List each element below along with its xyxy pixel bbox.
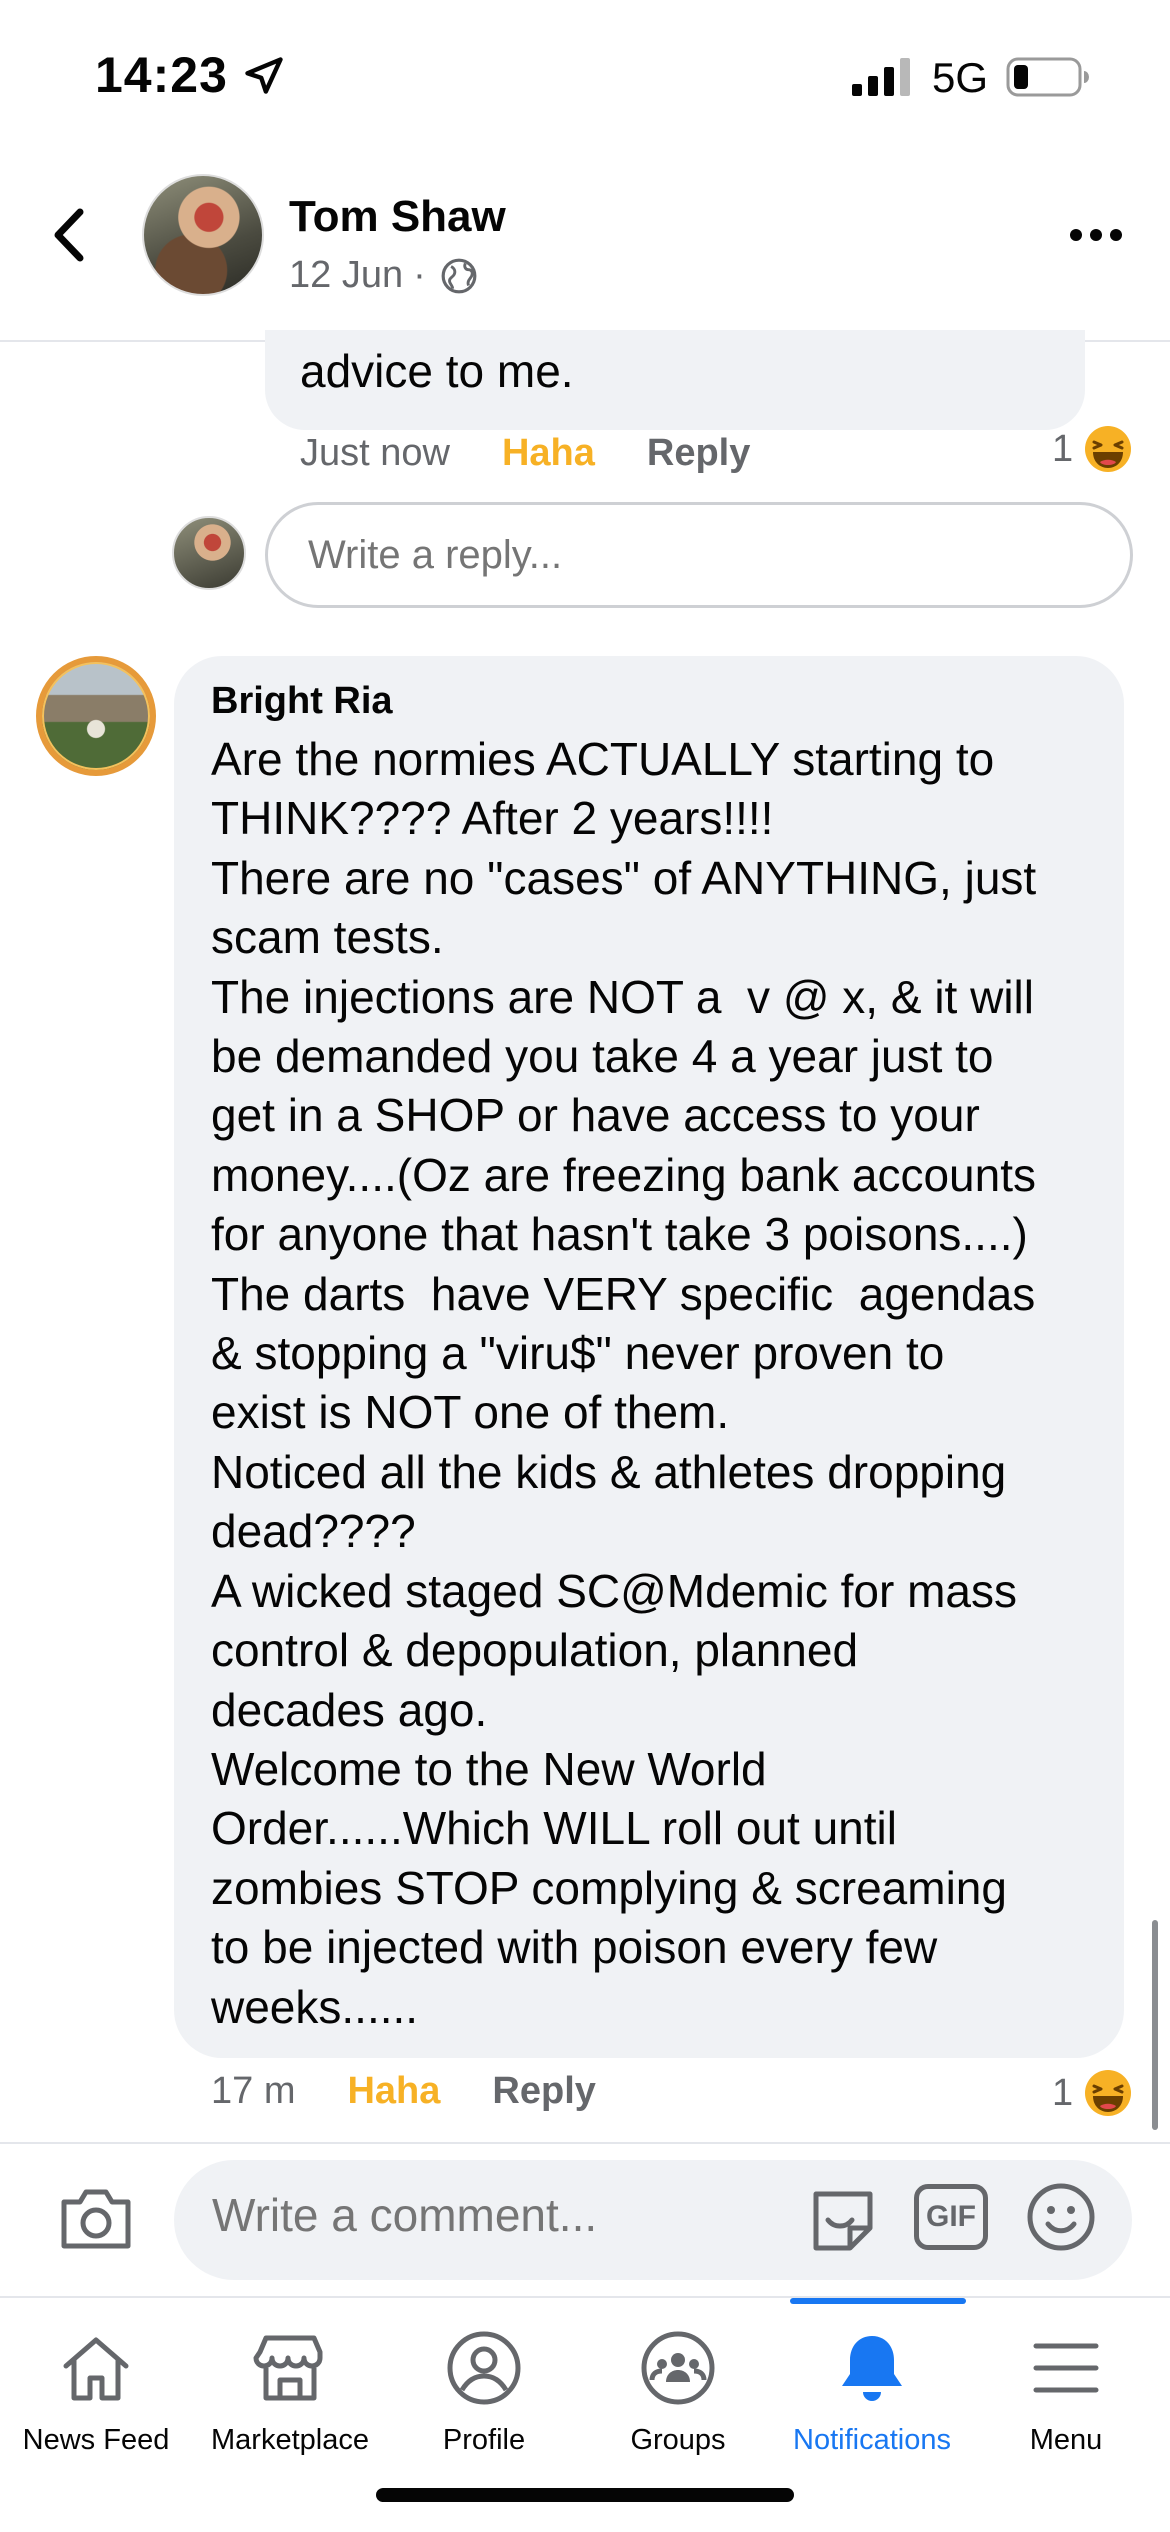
bell-icon [842,2336,902,2401]
nav-label: Groups [630,2424,726,2456]
sticker-icon[interactable] [806,2180,880,2254]
commenter-avatar[interactable] [36,656,156,776]
more-dots-icon[interactable] [1068,220,1124,250]
network-label: 5G [932,54,989,101]
comment-line: & stopping a "viru$" never proven to [211,1327,945,1380]
nav-menu[interactable]: Menu [976,2298,1156,2478]
nav-groups[interactable]: Groups [588,2298,768,2478]
scrollbar-thumb[interactable] [1152,1920,1158,2130]
comment-reply-button[interactable]: Reply [492,2070,595,2113]
comment-line: weeks...... [211,1980,419,2033]
signal-bars-icon [852,58,910,96]
comment-line: decades ago. [211,1683,488,1736]
emoji-icon[interactable] [1024,2180,1098,2254]
comment-line: The injections are NOT a v @ x, & it wil… [211,970,1034,1023]
comment-body: Are the normies ACTUALLY starting to THI… [211,730,1101,2037]
nav-label: News Feed [22,2424,170,2456]
comment-actions: 17 m Haha Reply [211,2070,596,2113]
post-author-name[interactable]: Tom Shaw [289,192,506,242]
home-indicator [376,2488,794,2502]
back-chevron-icon[interactable] [44,200,94,270]
commenter-name[interactable]: Bright Ria [211,680,393,723]
meta-separator: · [413,254,426,296]
author-avatar[interactable] [142,174,264,296]
comment-line: exist is NOT one of them. [211,1386,730,1439]
comment-line: The darts have VERY specific agendas [211,1267,1036,1320]
comment-reaction-count[interactable]: 1 [1052,2068,1133,2118]
haha-emoji-icon [1085,2070,1132,2116]
haha-emoji-icon [1085,426,1132,472]
comment-line: zombies STOP complying & screaming [211,1861,1007,1914]
comment-line: scam tests. [211,911,444,964]
previous-comment-time: Just now [300,432,450,474]
comment-line: Welcome to the New World [211,1742,767,1795]
comment-line: money....(Oz are freezing bank accounts [211,1148,1036,1201]
gif-icon[interactable]: GIF [914,2184,988,2250]
previous-comment-reply-button[interactable]: Reply [647,432,750,475]
camera-icon[interactable] [58,2186,134,2252]
reaction-count-value: 1 [1052,2071,1074,2114]
menu-icon [1033,2343,1099,2393]
post-header: Tom Shaw 12 Jun · [0,150,1170,342]
status-bar: 14:23 5G [0,0,1170,150]
comment-line: There are no "cases" of ANYTHING, just [211,851,1037,904]
comment-line: for anyone that hasn't take 3 poisons...… [211,1208,1028,1261]
previous-comment-actions: Just now Haha Reply [300,432,750,475]
comment-line: A wicked staged SC@Mdemic for mass [211,1564,1017,1617]
groups-icon [641,2331,715,2405]
nav-label: Menu [1029,2424,1103,2456]
previous-comment-text: advice to me. [300,345,574,397]
marketplace-icon [253,2335,323,2401]
comment-time: 17 m [211,2070,296,2112]
post-meta: 12 Jun · [289,254,478,297]
comment-line: Order......Which WILL roll out until [211,1802,897,1855]
comment-line: THINK???? After 2 years!!!! [211,792,774,845]
battery-icon [1006,57,1089,97]
nav-marketplace[interactable]: Marketplace [200,2298,380,2478]
comment-line: to be injected with poison every few [211,1921,938,1974]
comment-line: control & depopulation, planned [211,1624,859,1677]
previous-comment-haha-button[interactable]: Haha [502,432,595,475]
comment-line: Noticed all the kids & athletes dropping [211,1445,1007,1498]
comment-line: be demanded you take 4 a year just to [211,1030,994,1083]
comment-line: dead???? [211,1505,416,1558]
home-icon [63,2337,129,2401]
nav-news-feed[interactable]: News Feed [6,2298,186,2478]
nav-notifications[interactable]: Notifications [782,2298,962,2478]
reply-input[interactable] [265,502,1133,608]
nav-profile[interactable]: Profile [394,2298,574,2478]
current-user-avatar [172,516,246,590]
profile-icon [447,2331,521,2405]
reply-row [0,500,1170,610]
post-date[interactable]: 12 Jun [289,254,403,297]
comment-haha-button[interactable]: Haha [347,2070,440,2113]
nav-label: Marketplace [211,2424,369,2456]
nav-label: Profile [442,2424,526,2456]
globe-icon [441,258,477,293]
status-time: 14:23 [95,47,228,103]
reaction-count-value: 1 [1052,427,1074,470]
nav-label: Notifications [793,2424,951,2456]
previous-comment-reaction-count[interactable]: 1 [1052,424,1133,474]
comment-line: get in a SHOP or have access to your [211,1089,980,1142]
comment-line: Are the normies ACTUALLY starting to [211,733,995,785]
location-arrow-icon [245,57,283,94]
comment-composer: GIF [0,2142,1170,2296]
comment-input[interactable] [212,2188,772,2242]
